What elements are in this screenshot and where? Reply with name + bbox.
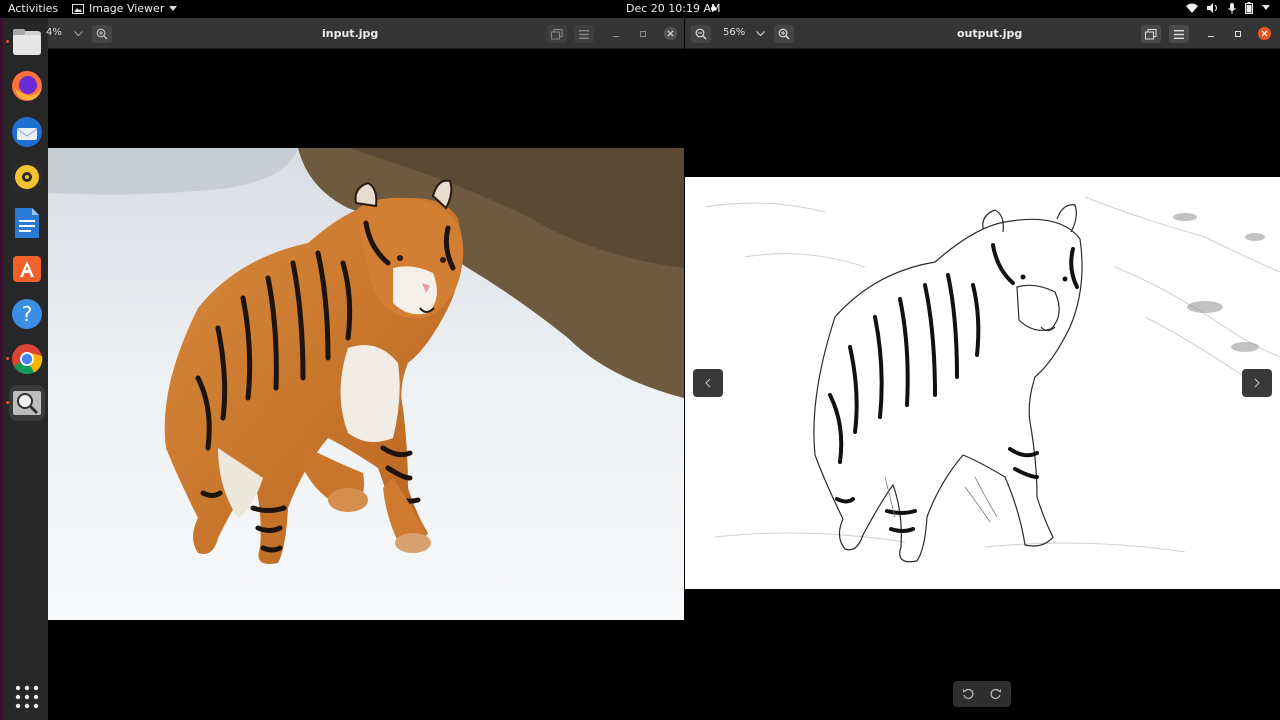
titlebar: 4% input.jpg (46, 18, 684, 49)
rhythmbox-icon (12, 162, 42, 192)
dock-files[interactable] (6, 24, 45, 60)
main-menu-button[interactable] (1169, 25, 1189, 43)
rotate-left-icon (963, 688, 974, 699)
dock: ? (0, 18, 48, 720)
minimize-button[interactable] (1204, 27, 1218, 41)
ubuntu-software-icon (13, 256, 41, 282)
app-menu[interactable]: Image Viewer (72, 2, 178, 15)
notification-dot (711, 6, 716, 11)
firefox-icon (12, 71, 42, 101)
hamburger-menu-icon (579, 29, 589, 39)
chevron-right-icon (1254, 378, 1260, 388)
running-indicator (6, 401, 9, 404)
power-menu-chevron-icon (1262, 5, 1270, 10)
close-icon (1261, 30, 1268, 37)
dock-software[interactable] (9, 250, 45, 286)
svg-text:?: ? (22, 302, 33, 326)
slideshow-button[interactable] (547, 25, 567, 43)
system-tray[interactable] (1186, 2, 1270, 14)
image-viewer-magnifier-icon (13, 391, 41, 415)
dock-chrome[interactable] (6, 341, 45, 377)
chrome-icon (12, 344, 43, 375)
image-viewer-icon (72, 3, 84, 14)
dock-thunderbird[interactable] (9, 114, 45, 150)
show-applications-button[interactable] (9, 679, 45, 715)
hamburger-menu-icon (1174, 29, 1184, 39)
titlebar: 56% output.jpg (685, 18, 1280, 49)
zoom-in-button[interactable] (92, 25, 112, 43)
volume-icon (1207, 3, 1217, 13)
zoom-out-icon (695, 28, 707, 40)
zoom-level[interactable]: 4% (46, 27, 62, 38)
maximize-button[interactable] (636, 27, 650, 41)
zoom-in-button[interactable] (774, 25, 794, 43)
output-sketch-photo (685, 177, 1280, 589)
zoom-level[interactable]: 56% (723, 27, 745, 38)
running-indicator (6, 40, 9, 43)
thunderbird-icon (12, 117, 42, 147)
rotate-right-button[interactable] (983, 683, 1009, 705)
output-image-window: 56% output.jpg (685, 18, 1280, 718)
close-button[interactable] (1258, 27, 1271, 40)
window-title: output.jpg (957, 27, 1023, 40)
microphone-icon (1228, 2, 1236, 14)
close-icon (667, 30, 674, 37)
slideshow-button[interactable] (1141, 25, 1161, 43)
dock-image-viewer[interactable] (6, 385, 45, 421)
slideshow-icon (1145, 28, 1157, 39)
rotate-left-button[interactable] (955, 683, 981, 705)
dock-rhythmbox[interactable] (9, 159, 45, 195)
help-icon: ? (12, 299, 42, 329)
minimize-icon (1208, 36, 1214, 37)
zoom-in-icon (778, 28, 790, 40)
dock-help[interactable]: ? (9, 296, 45, 332)
minimize-button[interactable] (609, 27, 623, 41)
minimize-icon (613, 36, 619, 37)
libreoffice-writer-icon (15, 208, 39, 238)
dock-firefox[interactable] (9, 68, 45, 104)
slideshow-icon (551, 28, 563, 39)
wifi-icon (1186, 3, 1198, 13)
running-indicator (6, 357, 9, 360)
input-tiger-photo (48, 148, 684, 620)
next-image-button[interactable] (1242, 369, 1272, 397)
top-bar: Activities Image Viewer Dec 20 10:19 AM (0, 0, 1280, 18)
input-image-window: 4% input.jpg (46, 18, 684, 718)
previous-image-button[interactable] (693, 369, 723, 397)
zoom-in-icon (96, 28, 108, 40)
window-title: input.jpg (322, 27, 379, 40)
activities-button[interactable]: Activities (8, 2, 58, 15)
battery-icon (1245, 2, 1253, 14)
main-menu-button[interactable] (574, 25, 594, 43)
rotate-right-icon (990, 688, 1001, 699)
zoom-out-button[interactable] (691, 25, 711, 43)
chevron-left-icon (705, 378, 711, 388)
clock[interactable]: Dec 20 10:19 AM (626, 2, 721, 15)
zoom-dropdown-chevron-icon[interactable] (74, 31, 83, 37)
close-button[interactable] (664, 27, 677, 40)
app-grid-icon (15, 685, 39, 709)
dock-writer[interactable] (9, 205, 45, 241)
chevron-down-icon (169, 5, 178, 11)
zoom-dropdown-chevron-icon[interactable] (756, 31, 765, 37)
files-icon (13, 29, 41, 55)
maximize-button[interactable] (1231, 27, 1245, 41)
maximize-icon (640, 31, 646, 37)
rotate-toolbar (953, 681, 1011, 707)
app-menu-label: Image Viewer (89, 2, 165, 15)
maximize-icon (1235, 31, 1241, 37)
